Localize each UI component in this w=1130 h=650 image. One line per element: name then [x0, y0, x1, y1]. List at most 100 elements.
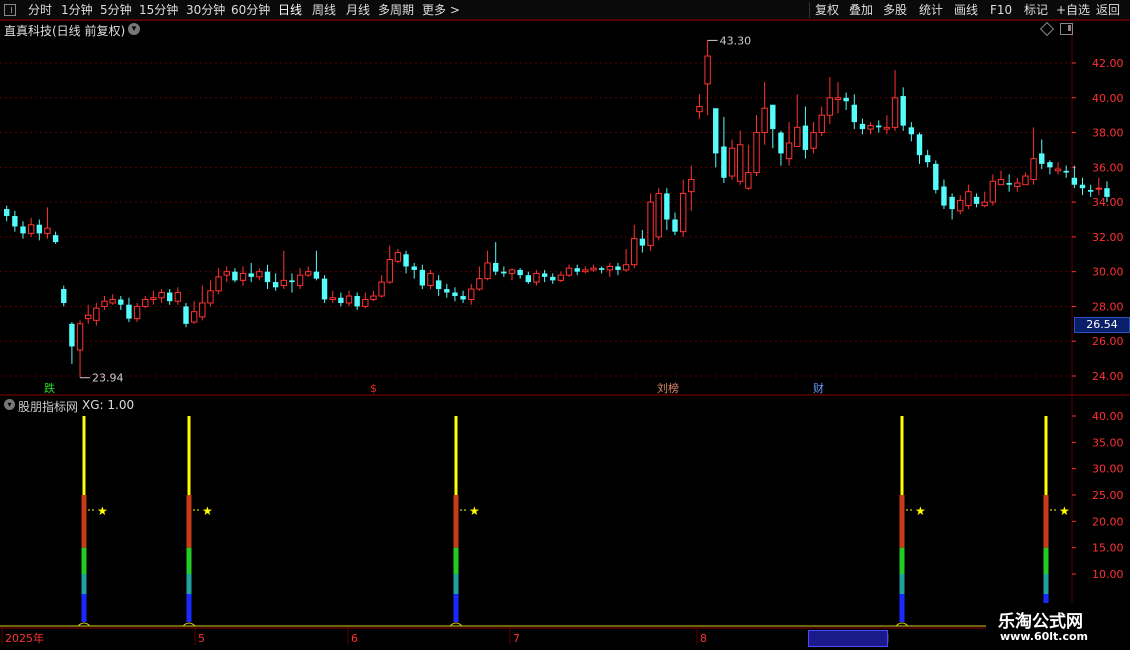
candle-body-up — [296, 274, 304, 287]
indicator-chevron-icon[interactable]: ▾ — [4, 399, 15, 410]
signal-bar-red — [186, 495, 192, 548]
signal-bar-yellow — [1044, 416, 1048, 495]
candle-body-down — [452, 292, 458, 297]
indicator-tick-label: 20.00 — [1092, 515, 1124, 528]
candle-body-down — [69, 323, 75, 347]
candle-body-up — [1030, 158, 1037, 181]
candle-body-up — [1095, 187, 1102, 190]
candle-body-up — [150, 297, 157, 300]
time-axis-label: 8 — [700, 632, 707, 645]
time-axis-label: 6 — [351, 632, 358, 645]
candle-body-down — [118, 299, 124, 305]
price-tick-label: 26.00 — [1092, 335, 1124, 348]
candle-body-down — [615, 266, 621, 270]
candle-body-up — [891, 97, 899, 128]
candle-body-up — [883, 126, 891, 130]
candle-body-up — [810, 132, 817, 149]
candle-body-up — [606, 265, 613, 271]
candle-body-down — [1006, 182, 1012, 185]
candle-body-up — [622, 264, 630, 271]
window-toggle-icon[interactable] — [1060, 23, 1073, 35]
candle-body-up — [484, 262, 491, 280]
candle-body-down — [1079, 184, 1086, 189]
candle-body-up — [688, 179, 695, 193]
candle-body-up — [1014, 182, 1021, 187]
candle-body-down — [338, 297, 344, 303]
candle-body-up — [190, 311, 198, 323]
candle-body-up — [655, 192, 662, 238]
candle-body-up — [1054, 168, 1062, 172]
candle-body-up — [818, 114, 825, 134]
candle-body-up — [582, 269, 589, 273]
event-marker: 财 — [813, 381, 824, 395]
candle-body-down — [4, 209, 10, 217]
time-axis-label: 5 — [198, 632, 205, 645]
candle-body-up — [378, 281, 385, 297]
candle-body-up — [76, 323, 84, 351]
candle-body-up — [142, 298, 149, 307]
candle-body-down — [721, 146, 727, 178]
indicator-title: 股朋指标网 — [18, 400, 79, 414]
candle-body-up — [329, 297, 336, 300]
watermark-url: www.60lt.com — [1000, 630, 1089, 643]
high-price-label: 43.30 — [720, 34, 752, 47]
candle-body-down — [550, 276, 556, 281]
event-marker: 跌 — [44, 381, 55, 395]
candle-body-up — [761, 107, 768, 134]
price-tick-label: 24.00 — [1092, 370, 1124, 383]
signal-bar-yellow — [187, 416, 191, 495]
chevron-down-icon[interactable]: ▾ — [128, 23, 140, 35]
candle-body-up — [101, 300, 108, 307]
candle-body-up — [834, 97, 842, 101]
candle-body-down — [859, 123, 866, 130]
candle-body-down — [924, 155, 931, 163]
candle-body-down — [541, 273, 548, 277]
candle-body-down — [232, 271, 238, 281]
signal-bar-yellow — [900, 416, 904, 495]
candle-body-down — [851, 104, 857, 123]
candle-body-down — [493, 262, 499, 272]
candle-body-down — [802, 125, 809, 150]
candle-body-up — [215, 276, 222, 292]
candle-body-up — [557, 274, 565, 281]
candle-body-down — [973, 196, 980, 204]
candle-body-down — [272, 282, 279, 288]
candle-body-down — [183, 306, 189, 324]
candle-body-down — [876, 125, 882, 128]
candle-body-up — [647, 201, 654, 247]
star-icon: ★ — [915, 504, 926, 518]
candle-body-up — [826, 97, 834, 116]
candle-body-down — [916, 134, 923, 156]
current-price-tag: 26.54 — [1074, 317, 1130, 333]
star-icon: ★ — [1059, 504, 1070, 518]
signal-bar-cyan — [186, 574, 192, 594]
candle-body-down — [574, 268, 580, 272]
candle-body-down — [1071, 177, 1078, 185]
candle-body-up — [997, 179, 1005, 186]
candle-body-down — [770, 104, 776, 130]
star-icon: ★ — [202, 504, 213, 518]
candle-body-up — [345, 295, 353, 304]
candle-body-up — [696, 105, 703, 113]
price-tick-label: 28.00 — [1092, 300, 1124, 313]
candle-body-down — [289, 280, 295, 283]
candle-body-up — [223, 271, 230, 276]
candle-body-up — [239, 272, 247, 281]
candle-body-down — [1047, 162, 1053, 168]
indicator-tick-label: 25.00 — [1092, 489, 1124, 502]
candle-body-down — [313, 271, 320, 279]
candle-body-down — [941, 186, 947, 206]
candle-body-up — [867, 125, 874, 130]
candle-body-down — [664, 193, 670, 220]
candle-body-down — [411, 266, 417, 270]
signal-bar-red — [1043, 495, 1049, 548]
candle-body-up — [109, 298, 116, 304]
signal-bar-green — [81, 547, 87, 574]
candle-body-up — [737, 144, 744, 182]
candle-body-down — [843, 97, 849, 102]
candle-body-down — [501, 271, 507, 274]
chart-canvas[interactable]: 42.00 40.00 38.00 36.00 34.00 32.00 30.00 28.00… — [0, 0, 1130, 650]
candle-body-down — [949, 196, 955, 210]
price-tick-label: 40.00 — [1092, 92, 1124, 105]
candle-body-down — [900, 96, 906, 126]
